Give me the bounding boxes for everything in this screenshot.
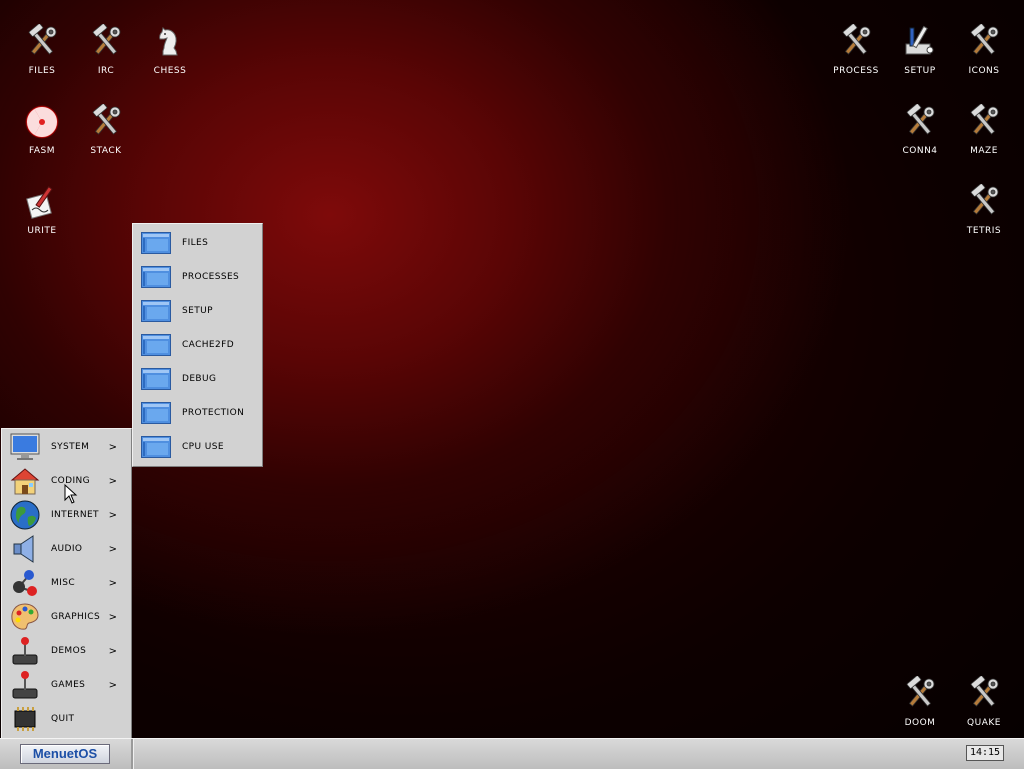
speaker-icon	[8, 532, 42, 566]
setup-icon	[902, 24, 938, 60]
menu-item-demos[interactable]: DEMOS >	[2, 634, 131, 668]
tools-icon	[88, 24, 124, 60]
system-submenu: FILES PROCESSES SETUP CACHE2FD DEBUG PRO…	[132, 223, 263, 467]
chevron-right-icon: >	[108, 441, 117, 453]
molecule-icon	[8, 566, 42, 600]
submenu-item-debug[interactable]: DEBUG	[133, 362, 262, 396]
chevron-right-icon: >	[108, 543, 117, 555]
window-icon	[141, 402, 171, 424]
tools-icon	[966, 676, 1002, 712]
desktop-icon-stack[interactable]: STACK	[74, 104, 138, 174]
desktop-icon-maze[interactable]: MAZE	[952, 104, 1016, 174]
tools-icon	[24, 24, 60, 60]
chip-icon	[8, 702, 42, 736]
tools-icon	[966, 104, 1002, 140]
desktop-icon-quake[interactable]: QUAKE	[952, 676, 1016, 746]
tools-icon	[966, 184, 1002, 220]
start-menu: SYSTEM > CODING > INTERNET > AUDIO > MIS…	[1, 428, 132, 740]
joystick-icon	[8, 668, 42, 702]
globe-icon	[8, 498, 42, 532]
menu-item-misc[interactable]: MISC >	[2, 566, 131, 600]
desktop-icon-irc[interactable]: IRC	[74, 24, 138, 94]
menu-item-audio[interactable]: AUDIO >	[2, 532, 131, 566]
window-icon	[141, 436, 171, 458]
chess-knight-icon	[152, 24, 188, 60]
desktop-icon-setup[interactable]: SETUP	[888, 24, 952, 94]
desktop-icon-fasm[interactable]: FASM	[10, 104, 74, 174]
window-icon	[141, 368, 171, 390]
monitor-icon	[8, 430, 42, 464]
chevron-right-icon: >	[108, 645, 117, 657]
start-button[interactable]: MenuetOS	[20, 744, 110, 764]
menu-item-games[interactable]: GAMES >	[2, 668, 131, 702]
desktop-icon-process[interactable]: PROCESS	[824, 24, 888, 94]
desktop-icon-chess[interactable]: CHESS	[138, 24, 202, 94]
window-icon	[141, 232, 171, 254]
submenu-item-setup[interactable]: SETUP	[133, 294, 262, 328]
desktop-icon-write[interactable]: URITE	[10, 184, 74, 254]
radiation-icon	[24, 104, 60, 140]
joystick-icon	[8, 634, 42, 668]
submenu-item-cpu-use[interactable]: CPU USE	[133, 430, 262, 464]
chevron-right-icon: >	[108, 475, 117, 487]
desktop-icon-tetris[interactable]: TETRIS	[952, 184, 1016, 254]
house-icon	[8, 464, 42, 498]
menu-item-graphics[interactable]: GRAPHICS >	[2, 600, 131, 634]
desktop-icon-files[interactable]: FILES	[10, 24, 74, 94]
palette-icon	[8, 600, 42, 634]
window-icon	[141, 334, 171, 356]
tools-icon	[966, 24, 1002, 60]
pen-paper-icon	[24, 184, 60, 220]
submenu-item-protection[interactable]: PROTECTION	[133, 396, 262, 430]
menu-item-coding[interactable]: CODING >	[2, 464, 131, 498]
submenu-item-files[interactable]: FILES	[133, 226, 262, 260]
menu-item-internet[interactable]: INTERNET >	[2, 498, 131, 532]
desktop-icon-icons[interactable]: ICONS	[952, 24, 1016, 94]
taskbar: MenuetOS 14:15	[0, 738, 1024, 769]
window-icon	[141, 300, 171, 322]
tools-icon	[88, 104, 124, 140]
menu-item-system[interactable]: SYSTEM >	[2, 430, 131, 464]
tools-icon	[902, 676, 938, 712]
menu-item-quit[interactable]: QUIT	[2, 702, 131, 736]
chevron-right-icon: >	[108, 577, 117, 589]
tools-icon	[902, 104, 938, 140]
clock: 14:15	[966, 745, 1004, 761]
desktop-icon-conn4[interactable]: CONN4	[888, 104, 952, 174]
chevron-right-icon: >	[108, 509, 117, 521]
taskbar-divider	[131, 739, 134, 769]
tools-icon	[838, 24, 874, 60]
submenu-item-cache2fd[interactable]: CACHE2FD	[133, 328, 262, 362]
submenu-item-processes[interactable]: PROCESSES	[133, 260, 262, 294]
desktop-icon-doom[interactable]: DOOM	[888, 676, 952, 746]
chevron-right-icon: >	[108, 611, 117, 623]
chevron-right-icon: >	[108, 679, 117, 691]
window-icon	[141, 266, 171, 288]
